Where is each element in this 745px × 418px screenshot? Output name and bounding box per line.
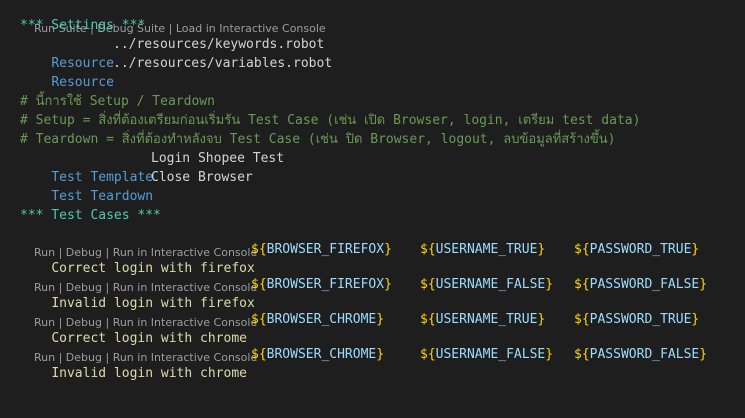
browser-variable: ${BROWSER_CHROME} — [251, 347, 385, 362]
password-variable: ${PASSWORD_FALSE} — [574, 277, 708, 292]
test-case-row: Correct login with firefox ${BROWSER_FIRE… — [20, 240, 699, 276]
code-editor[interactable]: Run Suite | Debug Suite | Load in Intera… — [0, 0, 745, 418]
password-variable: ${PASSWORD_FALSE} — [574, 347, 708, 362]
password-variable: ${PASSWORD_TRUE} — [574, 312, 700, 327]
resource-keyword: Resource — [51, 75, 114, 90]
test-template-line: Test Template Login Shopee Test — [20, 149, 284, 185]
test-cases-header: *** Test Cases *** — [20, 208, 161, 223]
comment-line: # นี้การใช้ Setup / Teardown — [20, 94, 215, 109]
username-variable: ${USERNAME_TRUE} — [420, 242, 546, 257]
comment-line: # Teardown = สิ่งที่ต้องทำหลังจบ Test Ca… — [20, 132, 616, 147]
test-template-value: Login Shopee Test — [151, 151, 285, 166]
test-teardown-line: Test Teardown Close Browser — [20, 168, 252, 204]
load-interactive-console-link[interactable]: Load in Interactive Console — [176, 22, 326, 35]
username-variable: ${USERNAME_FALSE} — [420, 347, 554, 362]
resource-line: Resource ../resources/variables.robot — [20, 54, 332, 90]
comment-line: # Setup = สิ่งที่ต้องเตรียมก่อนเริ่มรัน … — [20, 113, 641, 128]
browser-variable: ${BROWSER_FIREFOX} — [251, 242, 392, 257]
codelens-separator: | — [165, 22, 176, 35]
test-teardown-keyword: Test Teardown — [51, 189, 154, 204]
browser-variable: ${BROWSER_CHROME} — [251, 312, 385, 327]
browser-variable: ${BROWSER_FIREFOX} — [251, 277, 392, 292]
settings-header: *** Settings *** — [20, 18, 146, 33]
resource-path: ../resources/variables.robot — [113, 56, 333, 71]
resource-line: Resource ../resources/keywords.robot — [20, 35, 324, 71]
test-case-row: Invalid login with chrome ${BROWSER_CHROM… — [20, 345, 707, 381]
username-variable: ${USERNAME_FALSE} — [420, 277, 554, 292]
resource-path: ../resources/keywords.robot — [113, 37, 325, 52]
test-teardown-value: Close Browser — [151, 170, 253, 185]
test-case-name: Invalid login with chrome — [51, 366, 247, 381]
test-case-row: Correct login with chrome ${BROWSER_CHROM… — [20, 310, 699, 346]
password-variable: ${PASSWORD_TRUE} — [574, 242, 700, 257]
test-case-row: Invalid login with firefox ${BROWSER_FIRE… — [20, 275, 707, 311]
username-variable: ${USERNAME_TRUE} — [420, 312, 546, 327]
